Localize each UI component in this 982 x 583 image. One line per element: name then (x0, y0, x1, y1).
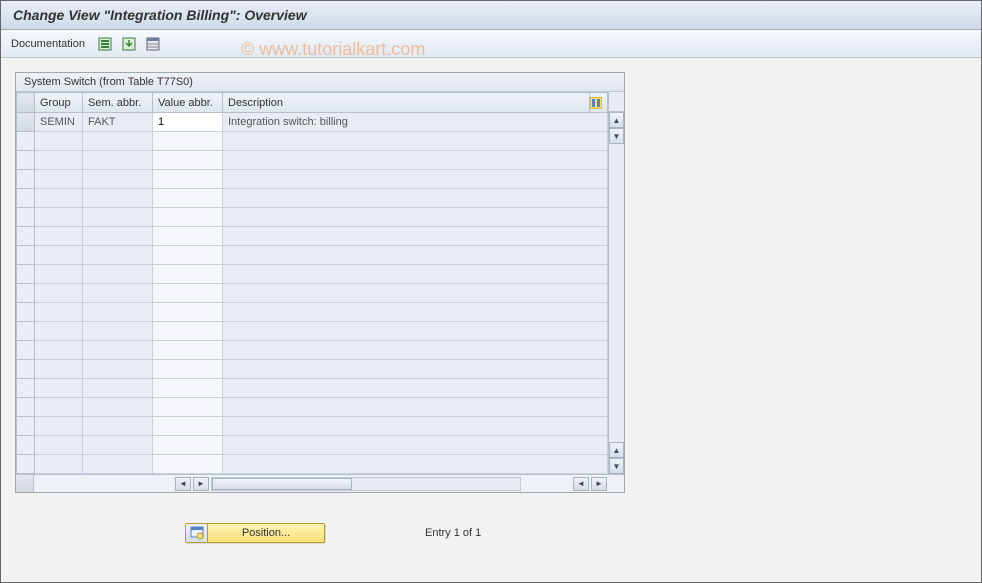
scroll-left-icon[interactable]: ◄ (175, 477, 191, 491)
table-row (17, 322, 608, 341)
footer-row: Position... Entry 1 of 1 (185, 523, 967, 543)
content-area: System Switch (from Table T77S0) Group S… (1, 58, 981, 557)
row-selector[interactable] (17, 208, 35, 227)
hscroll-track[interactable] (211, 477, 521, 491)
row-selector[interactable] (17, 151, 35, 170)
documentation-button[interactable]: Documentation (11, 38, 85, 50)
position-icon (186, 524, 208, 542)
table-row (17, 398, 608, 417)
cell-val[interactable] (153, 113, 223, 132)
row-selector[interactable] (17, 132, 35, 151)
table-row (17, 246, 608, 265)
table-row: SEMIN FAKT Integration switch: billing (17, 113, 608, 132)
vertical-scrollbar[interactable]: ▲ ▼ ▲ ▼ (608, 92, 624, 474)
table-config-button[interactable] (590, 93, 608, 113)
scroll-up2-icon[interactable]: ▲ (609, 442, 624, 458)
value-input[interactable] (158, 116, 217, 128)
row-selector[interactable] (17, 284, 35, 303)
row-selector-header (17, 93, 35, 113)
entry-counter: Entry 1 of 1 (425, 527, 481, 539)
table-row (17, 284, 608, 303)
data-table: Group Sem. abbr. Value abbr. Description (16, 92, 608, 474)
cell-desc: Integration switch: billing (223, 113, 608, 132)
toolbar: Documentation (1, 30, 981, 58)
cell-group: SEMIN (35, 113, 83, 132)
table-row (17, 379, 608, 398)
scroll-left2-icon[interactable]: ◄ (573, 477, 589, 491)
table-row (17, 132, 608, 151)
scroll-track[interactable] (609, 144, 624, 442)
row-selector[interactable] (17, 379, 35, 398)
table-row (17, 189, 608, 208)
cell-sem: FAKT (83, 113, 153, 132)
col-header-val[interactable]: Value abbr. (153, 93, 223, 113)
row-selector[interactable] (17, 189, 35, 208)
row-selector[interactable] (17, 436, 35, 455)
row-selector[interactable] (17, 417, 35, 436)
table-row (17, 436, 608, 455)
row-selector[interactable] (17, 170, 35, 189)
page-title: Change View "Integration Billing": Overv… (13, 7, 307, 23)
table-row (17, 208, 608, 227)
table-settings-icon[interactable] (97, 36, 113, 52)
position-label: Position... (208, 527, 324, 539)
row-selector[interactable] (17, 360, 35, 379)
row-selector[interactable] (17, 322, 35, 341)
table-panel: System Switch (from Table T77S0) Group S… (15, 72, 625, 493)
table-row (17, 151, 608, 170)
table-row (17, 265, 608, 284)
table-row (17, 303, 608, 322)
position-button[interactable]: Position... (185, 523, 325, 543)
table-row (17, 455, 608, 474)
row-selector[interactable] (17, 113, 35, 132)
table-row (17, 360, 608, 379)
hscroll-thumb[interactable] (212, 478, 352, 490)
table-view-icon[interactable] (145, 36, 161, 52)
scroll-down2-icon[interactable]: ▼ (609, 458, 624, 474)
table-export-icon[interactable] (121, 36, 137, 52)
table-row (17, 170, 608, 189)
col-header-group[interactable]: Group (35, 93, 83, 113)
panel-header: System Switch (from Table T77S0) (16, 73, 624, 92)
col-header-sem[interactable]: Sem. abbr. (83, 93, 153, 113)
table-row (17, 341, 608, 360)
title-bar: Change View "Integration Billing": Overv… (1, 1, 981, 30)
row-selector[interactable] (17, 341, 35, 360)
col-header-desc[interactable]: Description (223, 93, 590, 113)
row-selector[interactable] (17, 265, 35, 284)
scroll-right2-icon[interactable]: ► (591, 477, 607, 491)
table-row (17, 417, 608, 436)
table-row (17, 227, 608, 246)
row-selector[interactable] (17, 227, 35, 246)
scroll-up-icon[interactable]: ▲ (609, 112, 624, 128)
scroll-right-icon[interactable]: ► (193, 477, 209, 491)
row-selector[interactable] (17, 303, 35, 322)
row-selector[interactable] (17, 455, 35, 474)
horizontal-scrollbar[interactable]: ◄ ► ◄ ► (16, 474, 624, 492)
row-selector[interactable] (17, 398, 35, 417)
scroll-down-icon[interactable]: ▼ (609, 128, 624, 144)
row-selector[interactable] (17, 246, 35, 265)
